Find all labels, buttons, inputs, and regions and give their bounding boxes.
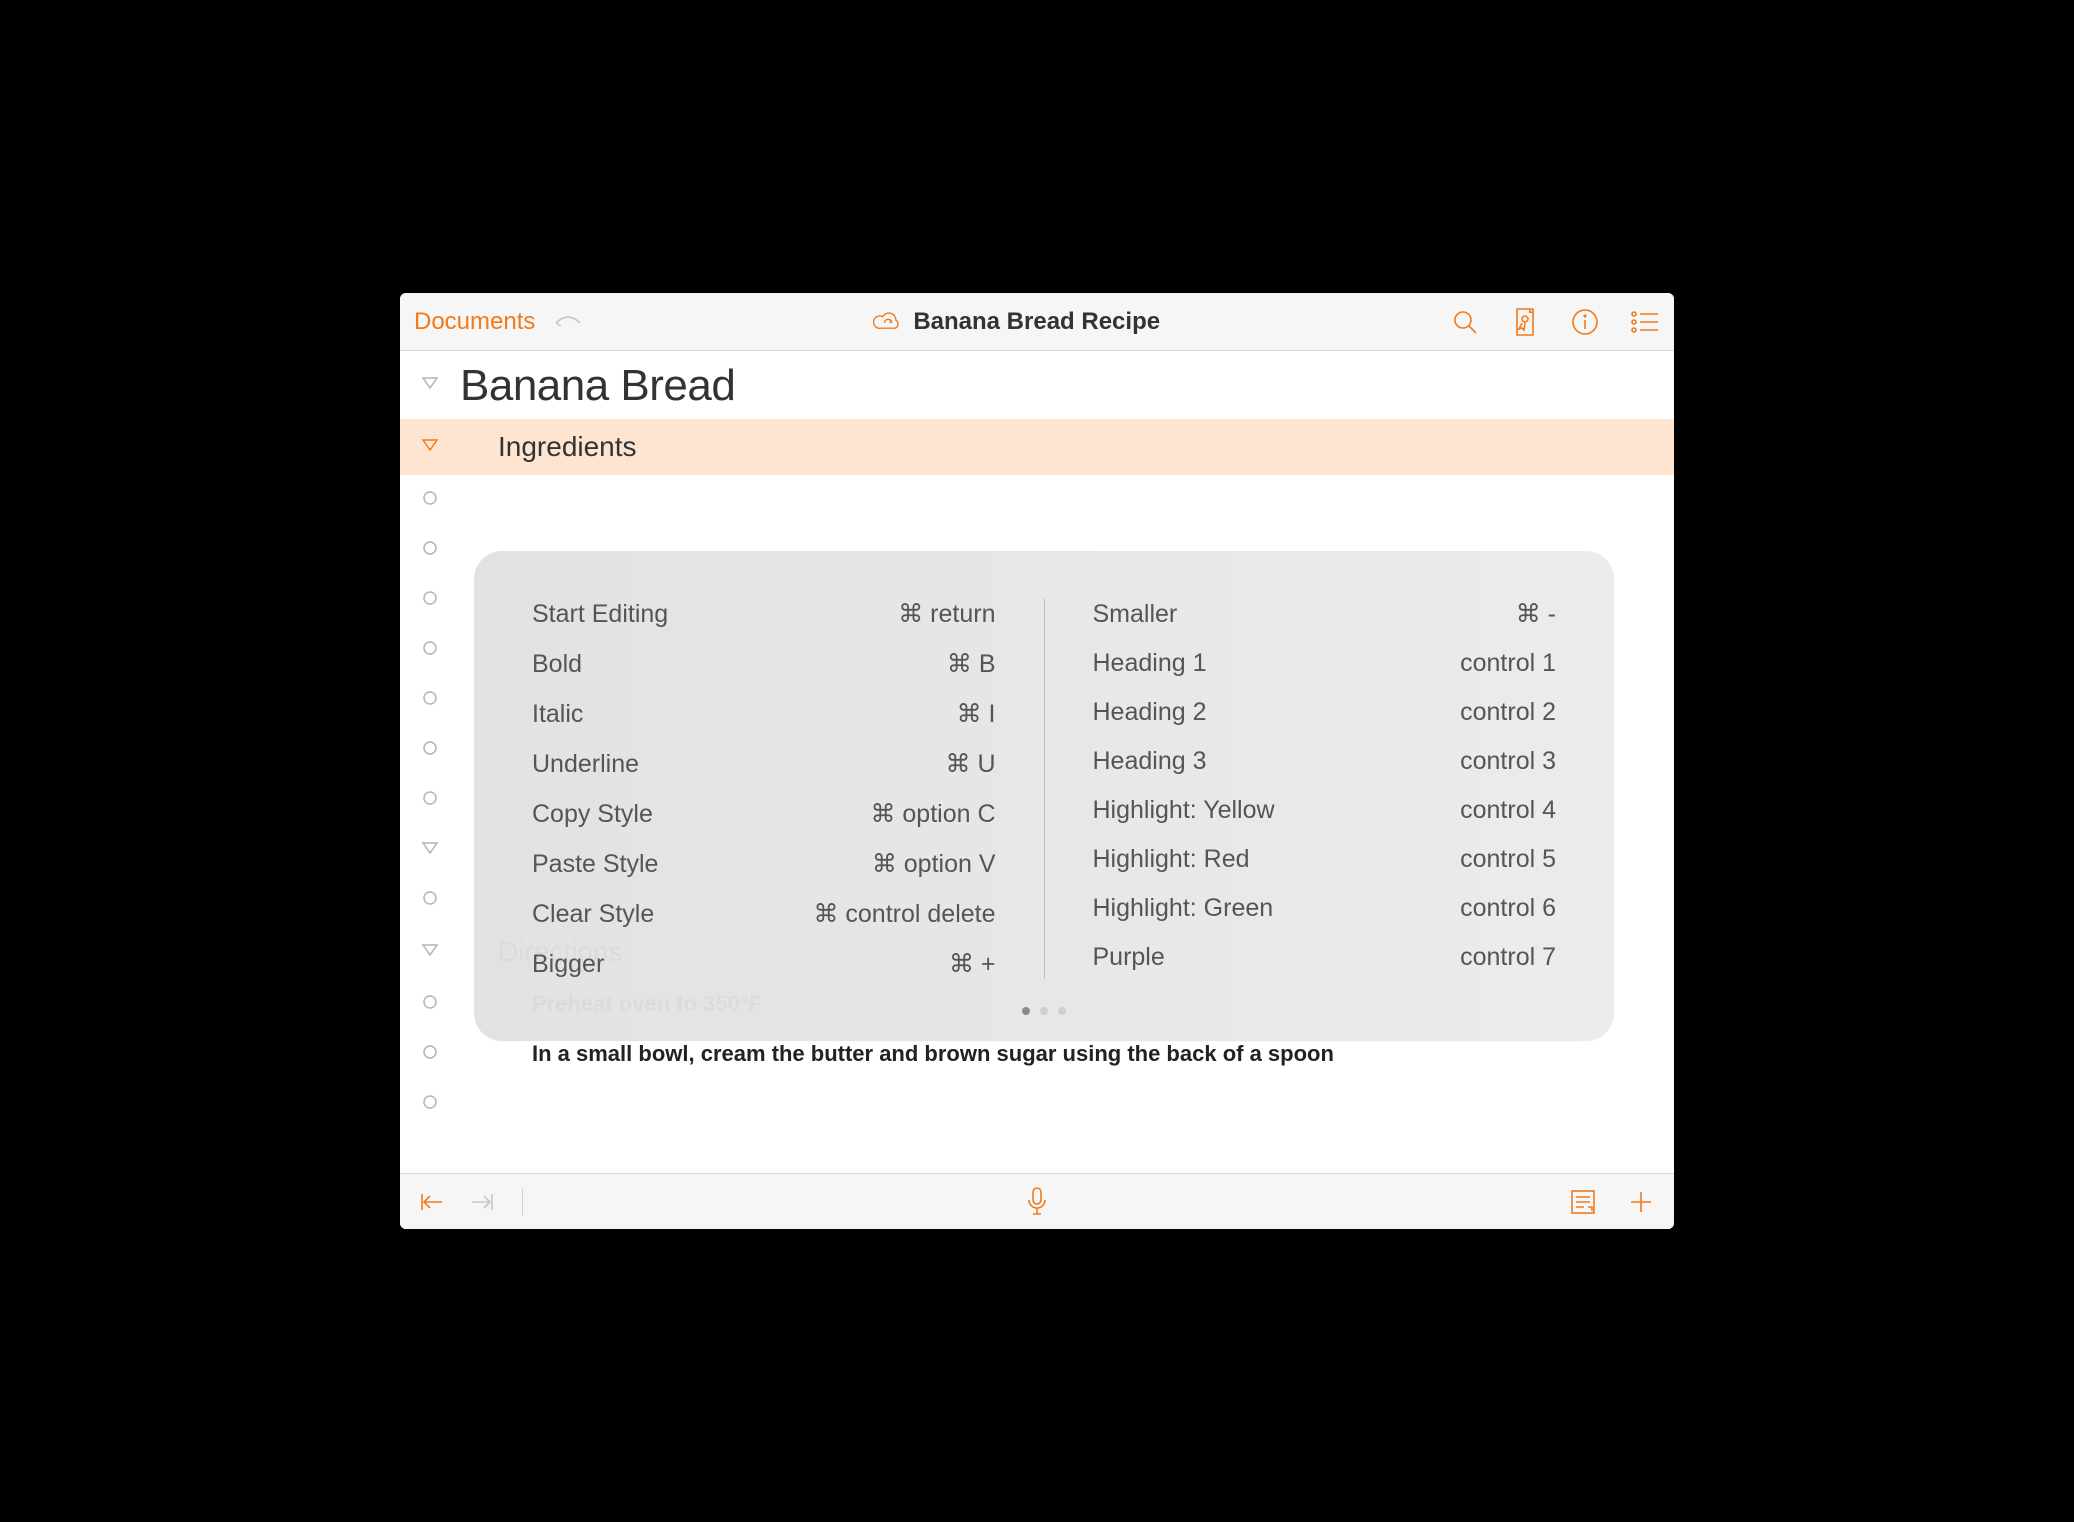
keyboard-shortcuts-overlay: Start Editing⌘ return Bold⌘ B Italic⌘ I … bbox=[474, 551, 1614, 1041]
note-button[interactable] bbox=[1568, 1187, 1598, 1217]
add-button[interactable] bbox=[1626, 1187, 1656, 1217]
shortcuts-left-column: Start Editing⌘ return Bold⌘ B Italic⌘ I … bbox=[532, 599, 1045, 979]
document-content: Banana Bread Ingredients Directions Preh… bbox=[400, 351, 1674, 1173]
bullet-icon bbox=[422, 790, 438, 811]
bullet-icon bbox=[422, 890, 438, 911]
ingredients-heading[interactable]: Ingredients bbox=[460, 431, 637, 463]
bullet-icon bbox=[422, 640, 438, 661]
search-button[interactable] bbox=[1450, 307, 1480, 337]
shortcuts-right-column: Smaller⌘ - Heading 1control 1 Heading 2c… bbox=[1045, 599, 1557, 979]
list-item[interactable] bbox=[400, 475, 1674, 525]
bullet-icon bbox=[422, 740, 438, 761]
shortcut-row: Copy Style⌘ option C bbox=[532, 799, 996, 829]
shortcut-row: Bold⌘ B bbox=[532, 649, 996, 679]
outdent-button[interactable] bbox=[418, 1187, 448, 1217]
tools-button[interactable] bbox=[1510, 307, 1540, 337]
bullet-icon bbox=[422, 490, 438, 511]
document-heading[interactable]: Banana Bread bbox=[460, 351, 735, 419]
shortcut-row: Highlight: Yellowcontrol 4 bbox=[1093, 796, 1557, 825]
bullet-icon bbox=[422, 1094, 438, 1115]
divider bbox=[522, 1188, 523, 1216]
indent-button[interactable] bbox=[466, 1187, 496, 1217]
shortcut-row: Underline⌘ U bbox=[532, 749, 996, 779]
overlay-page-indicator[interactable] bbox=[532, 1007, 1556, 1015]
shortcut-row: Highlight: Redcontrol 5 bbox=[1093, 845, 1557, 874]
shortcut-row: Bigger⌘ + bbox=[532, 949, 996, 979]
bullet-icon bbox=[422, 540, 438, 561]
ingredients-section-row[interactable]: Ingredients bbox=[400, 419, 1674, 475]
shortcut-row: Clear Style⌘ control delete bbox=[532, 899, 996, 929]
top-toolbar: Documents Banana Bread Recipe bbox=[400, 293, 1674, 351]
page-dot[interactable] bbox=[1022, 1007, 1030, 1015]
shortcut-row: Heading 3control 3 bbox=[1093, 747, 1557, 776]
document-title: Banana Bread Recipe bbox=[913, 308, 1160, 336]
dictation-button[interactable] bbox=[1022, 1187, 1052, 1217]
shortcut-row: Start Editing⌘ return bbox=[532, 599, 996, 629]
disclosure-triangle-icon[interactable] bbox=[421, 943, 439, 962]
shortcut-row: Heading 2control 2 bbox=[1093, 698, 1557, 727]
disclosure-triangle-icon[interactable] bbox=[421, 376, 439, 395]
app-window: Documents Banana Bread Recipe bbox=[400, 293, 1674, 1229]
shortcut-row: Heading 1control 1 bbox=[1093, 649, 1557, 678]
shortcut-row: Paste Style⌘ option V bbox=[532, 849, 996, 879]
bullet-icon bbox=[422, 1044, 438, 1065]
direction-step-text[interactable]: In a small bowl, cream the butter and br… bbox=[460, 1037, 1334, 1071]
shortcut-row: Smaller⌘ - bbox=[1093, 599, 1557, 629]
bullet-icon bbox=[422, 690, 438, 711]
cloud-sync-icon bbox=[873, 307, 903, 337]
list-item[interactable] bbox=[400, 1079, 1674, 1129]
shortcut-row: Highlight: Greencontrol 6 bbox=[1093, 894, 1557, 923]
disclosure-triangle-icon[interactable] bbox=[421, 841, 439, 860]
shortcut-row: Purplecontrol 7 bbox=[1093, 943, 1557, 972]
shortcut-row: Italic⌘ I bbox=[532, 699, 996, 729]
outline-title-row[interactable]: Banana Bread bbox=[400, 351, 1674, 419]
documents-back-button[interactable]: Documents bbox=[414, 308, 535, 336]
bottom-toolbar bbox=[400, 1173, 1674, 1229]
undo-button[interactable] bbox=[553, 307, 583, 337]
disclosure-triangle-icon[interactable] bbox=[421, 438, 439, 457]
bullet-icon bbox=[422, 994, 438, 1015]
page-dot[interactable] bbox=[1058, 1007, 1066, 1015]
bullet-icon bbox=[422, 590, 438, 611]
page-dot[interactable] bbox=[1040, 1007, 1048, 1015]
info-button[interactable] bbox=[1570, 307, 1600, 337]
view-options-button[interactable] bbox=[1630, 307, 1660, 337]
